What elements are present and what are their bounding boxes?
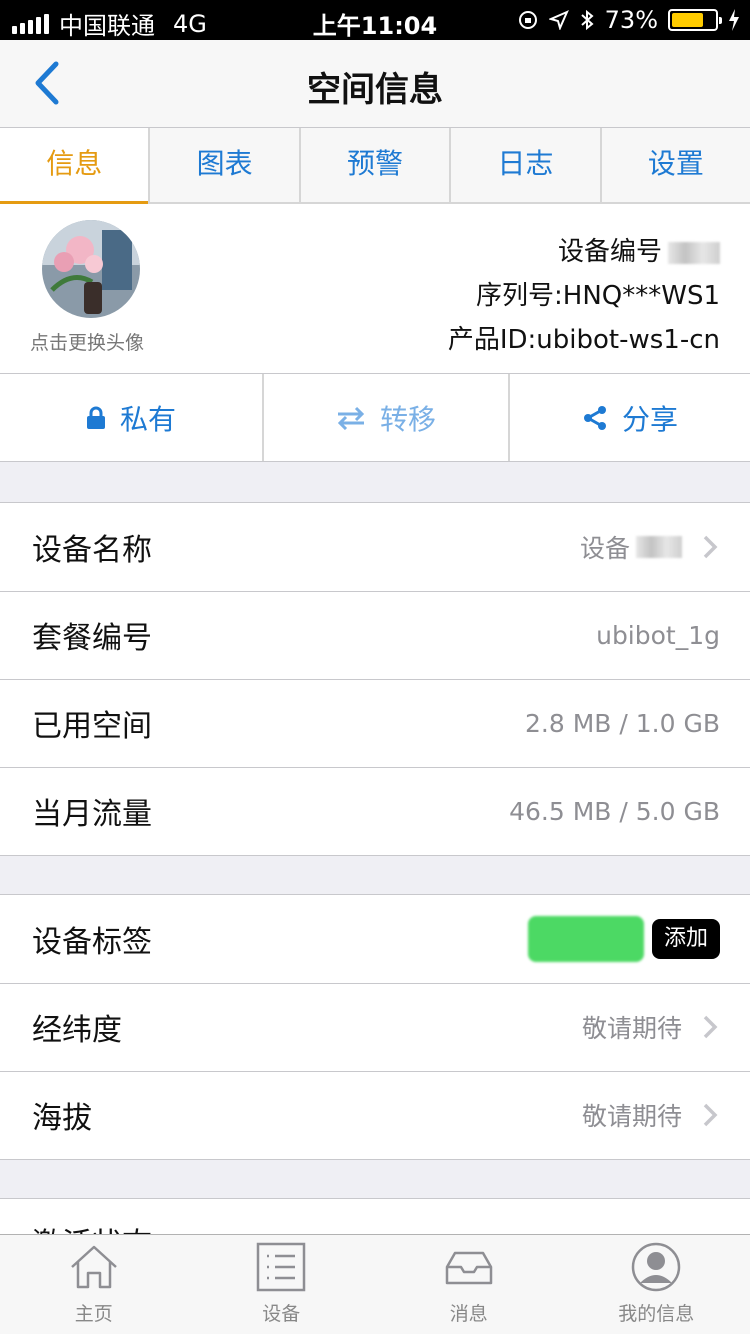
altitude-value: 敬请期待 <box>581 1102 682 1131</box>
used-space-label: 已用空间 <box>32 709 152 744</box>
chevron-right-icon <box>703 1015 718 1039</box>
redacted-value <box>668 241 720 264</box>
tabbar-messages[interactable]: 消息 <box>375 1235 563 1334</box>
location-icon <box>548 10 569 30</box>
profile-icon <box>632 1242 681 1292</box>
transfer-button[interactable]: 转移 <box>264 374 510 461</box>
device-number: 设备编号 <box>557 237 662 267</box>
share-button[interactable]: 分享 <box>510 374 750 461</box>
device-name-value: 设备 <box>579 534 630 563</box>
lock-icon <box>86 406 105 429</box>
transfer-label: 转移 <box>379 402 436 436</box>
status-list: 激活状态 <box>0 1198 750 1234</box>
charging-icon <box>729 9 739 31</box>
battery-percent: 73% <box>604 6 658 34</box>
list-item-coordinates[interactable]: 经纬度 敬请期待 <box>0 983 750 1071</box>
add-tag-button[interactable]: 添加 <box>651 919 720 959</box>
device-list-icon <box>257 1242 306 1292</box>
avatar[interactable] <box>42 220 140 318</box>
list-item-plan: 套餐编号 ubibot_1g <box>0 591 750 679</box>
info-list: 设备名称 设备 套餐编号 ubibot_1g 已用空间 2.8 MB / 1.0… <box>0 502 750 856</box>
plan-label: 套餐编号 <box>32 621 152 656</box>
serial-number: 序列号:HNQ***WS1 <box>476 281 720 311</box>
tag-chip[interactable] <box>527 916 644 962</box>
tab-settings[interactable]: 设置 <box>602 128 750 202</box>
bottom-tab-bar: 主页 设备 消息 我的信息 <box>0 1234 750 1334</box>
tab-logs[interactable]: 日志 <box>451 128 602 202</box>
segment-tabs: 信息 图表 预警 日志 设置 <box>0 128 750 204</box>
tab-charts[interactable]: 图表 <box>150 128 301 202</box>
chevron-right-icon <box>703 535 718 559</box>
product-id: 产品ID:ubibot-ws1-cn <box>447 325 720 355</box>
action-row: 私有 转移 分享 <box>0 374 750 462</box>
battery-icon <box>668 9 722 31</box>
avatar-caption: 点击更换头像 <box>30 332 145 354</box>
device-name-label: 设备名称 <box>32 533 152 568</box>
private-label: 私有 <box>119 402 176 436</box>
monthly-traffic-value: 46.5 MB / 5.0 GB <box>509 796 720 826</box>
tabbar-messages-label: 消息 <box>449 1303 488 1325</box>
home-icon <box>70 1245 117 1289</box>
activation-label: 激活状态 <box>32 1219 720 1234</box>
tabbar-devices-label: 设备 <box>262 1303 301 1325</box>
monthly-traffic-label: 当月流量 <box>32 797 152 832</box>
inbox-icon <box>445 1251 492 1285</box>
share-icon <box>583 405 606 430</box>
list-item-altitude[interactable]: 海拔 敬请期待 <box>0 1071 750 1159</box>
tabbar-devices[interactable]: 设备 <box>188 1235 376 1334</box>
meta-list: 设备标签 添加 经纬度 敬请期待 海拔 敬请期待 <box>0 894 750 1160</box>
page-title: 空间信息 <box>307 70 443 110</box>
private-button[interactable]: 私有 <box>0 374 264 461</box>
rotation-lock-icon <box>518 11 537 29</box>
used-space-value: 2.8 MB / 1.0 GB <box>525 708 720 738</box>
tabbar-home-label: 主页 <box>74 1303 113 1325</box>
redacted-value <box>636 536 682 558</box>
coordinates-label: 经纬度 <box>32 1013 122 1048</box>
tabbar-profile-label: 我的信息 <box>618 1303 695 1325</box>
tabbar-profile[interactable]: 我的信息 <box>563 1235 750 1334</box>
device-tags-label: 设备标签 <box>32 925 152 960</box>
tab-alerts[interactable]: 预警 <box>301 128 452 202</box>
device-info: 设备编号 序列号:HNQ***WS1 产品ID:ubibot-ws1-cn <box>448 230 720 362</box>
list-item-activation[interactable]: 激活状态 <box>0 1199 750 1234</box>
nav-bar: 空间信息 <box>0 40 750 128</box>
list-item-monthly-traffic: 当月流量 46.5 MB / 5.0 GB <box>0 767 750 855</box>
avatar-photo <box>42 220 140 318</box>
tab-info[interactable]: 信息 <box>0 128 151 204</box>
list-item-used-space: 已用空间 2.8 MB / 1.0 GB <box>0 679 750 767</box>
tabbar-home[interactable]: 主页 <box>0 1235 188 1334</box>
altitude-label: 海拔 <box>32 1101 92 1136</box>
list-item-device-name[interactable]: 设备名称 设备 <box>0 503 750 591</box>
chevron-right-icon <box>703 1103 718 1127</box>
transfer-icon <box>337 406 365 430</box>
status-bar: 中国联通 4G 上午11:04 73% <box>0 0 750 40</box>
plan-value: ubibot_1g <box>596 620 720 650</box>
share-label: 分享 <box>621 402 678 436</box>
bluetooth-icon <box>580 9 594 31</box>
list-item-device-tags: 设备标签 添加 <box>0 895 750 983</box>
device-header: 点击更换头像 设备编号 序列号:HNQ***WS1 产品ID:ubibot-ws… <box>0 204 750 374</box>
coordinates-value: 敬请期待 <box>581 1014 682 1043</box>
